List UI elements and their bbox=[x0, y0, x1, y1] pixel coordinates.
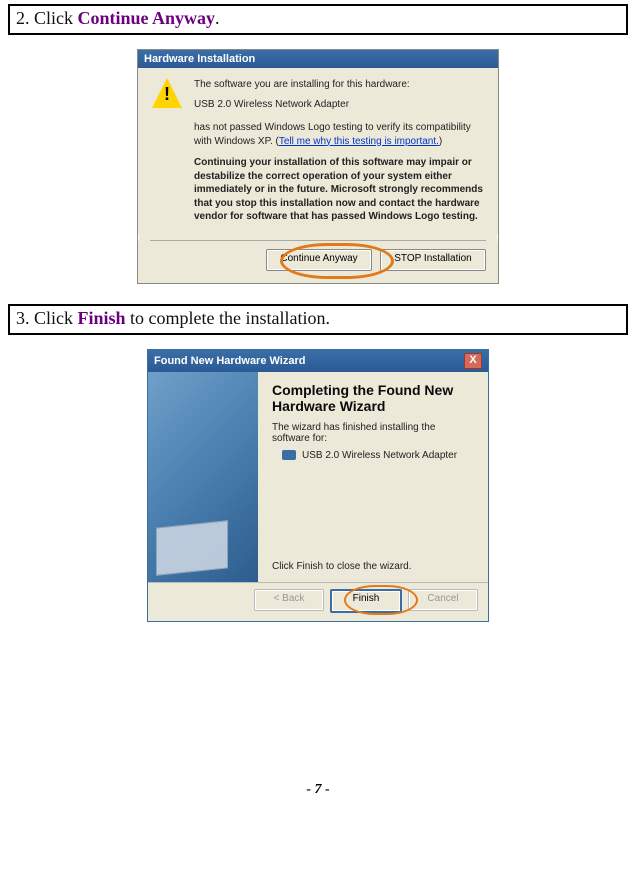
finish-button[interactable]: Finish bbox=[330, 589, 402, 613]
step2-prefix: 2. Click bbox=[16, 8, 78, 28]
network-adapter-icon bbox=[282, 450, 296, 460]
step3-link: Finish bbox=[78, 308, 126, 328]
dlg2-device-row: USB 2.0 Wireless Network Adapter bbox=[282, 450, 474, 461]
dlg2-heading: Completing the Found New Hardware Wizard bbox=[272, 382, 474, 414]
dialog1-body: The software you are installing for this… bbox=[138, 68, 498, 234]
hardware-installation-dialog: Hardware Installation The software you a… bbox=[137, 49, 499, 284]
dialog1-titlebar: Hardware Installation bbox=[138, 50, 498, 68]
step2-suffix: . bbox=[215, 8, 220, 28]
page-num: 7 bbox=[315, 782, 322, 797]
warning-icon bbox=[152, 78, 182, 108]
step3-suffix: to complete the installation. bbox=[126, 308, 330, 328]
stop-installation-button[interactable]: STOP Installation bbox=[380, 249, 486, 271]
page-number: - 7 - bbox=[0, 782, 636, 810]
dlg1-compat: has not passed Windows Logo testing to v… bbox=[194, 121, 484, 148]
dlg1-compat-b: ) bbox=[439, 136, 442, 147]
dialog2-titlebar: Found New Hardware Wizard X bbox=[148, 350, 488, 372]
dlg1-warning: Continuing your installation of this sof… bbox=[194, 156, 484, 224]
dlg1-line1: The software you are installing for this… bbox=[194, 78, 484, 92]
dlg2-device: USB 2.0 Wireless Network Adapter bbox=[302, 450, 457, 461]
dlg1-whylink[interactable]: Tell me why this testing is important. bbox=[279, 136, 439, 147]
cancel-button[interactable]: Cancel bbox=[408, 589, 478, 611]
close-icon[interactable]: X bbox=[464, 353, 482, 369]
wizard-side-graphic bbox=[148, 372, 258, 582]
dialog2-title-text: Found New Hardware Wizard bbox=[154, 355, 305, 367]
dialog1-buttons: Continue Anyway STOP Installation bbox=[138, 241, 498, 283]
continue-anyway-button[interactable]: Continue Anyway bbox=[266, 249, 372, 271]
step3-prefix: 3. Click bbox=[16, 308, 78, 328]
dialog1-title-text: Hardware Installation bbox=[144, 53, 255, 65]
dialog2-footer: < Back Finish Cancel bbox=[148, 582, 488, 621]
dlg2-finish-instruction: Click Finish to close the wizard. bbox=[272, 561, 474, 572]
found-new-hardware-wizard-dialog: Found New Hardware Wizard X Completing t… bbox=[147, 349, 489, 622]
step2-link: Continue Anyway bbox=[78, 8, 216, 28]
page-dash-left: - bbox=[306, 782, 314, 797]
instruction-step-2: 2. Click Continue Anyway. bbox=[8, 4, 628, 35]
dialog2-body: Completing the Found New Hardware Wizard… bbox=[148, 372, 488, 582]
dlg2-line1: The wizard has finished installing the s… bbox=[272, 422, 474, 444]
instruction-step-3: 3. Click Finish to complete the installa… bbox=[8, 304, 628, 335]
hardware-graphic-icon bbox=[156, 520, 228, 576]
dlg1-device: USB 2.0 Wireless Network Adapter bbox=[194, 98, 484, 112]
back-button[interactable]: < Back bbox=[254, 589, 324, 611]
page-dash-right: - bbox=[322, 782, 330, 797]
dialog2-main: Completing the Found New Hardware Wizard… bbox=[258, 372, 488, 582]
dialog1-text: The software you are installing for this… bbox=[194, 78, 484, 224]
